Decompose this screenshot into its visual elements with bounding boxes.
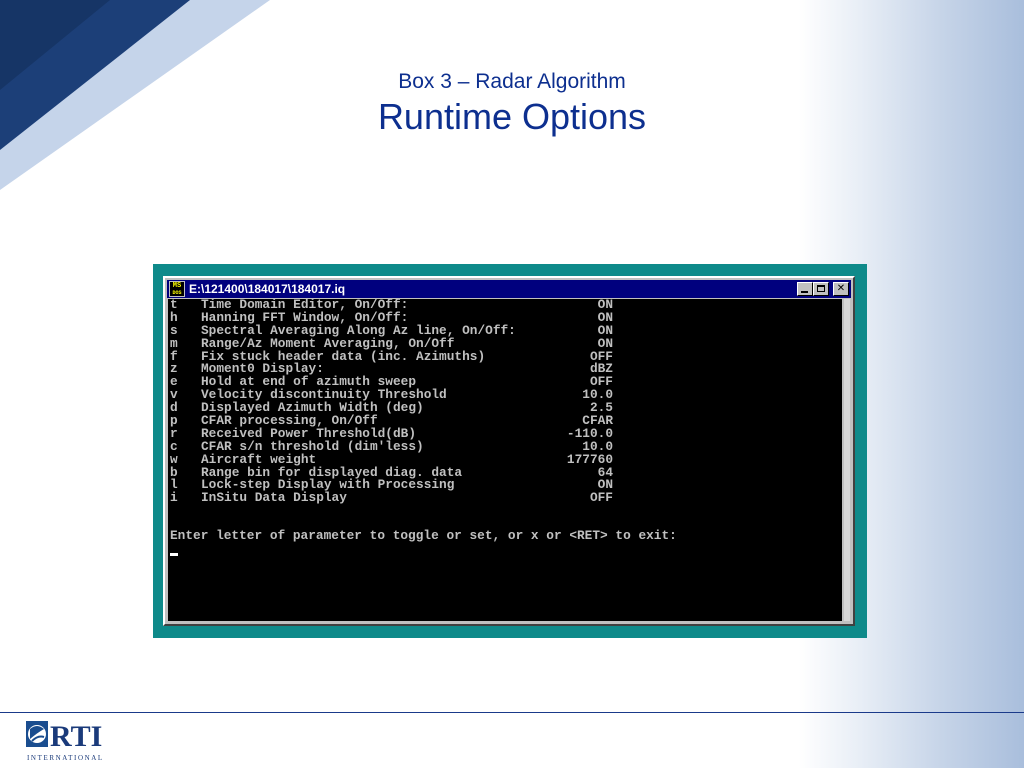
- console-window: MS DOS E:\121400\184017\184017.iq ✕ t Tim…: [163, 276, 855, 626]
- scrollbar[interactable]: [844, 299, 850, 621]
- console-output[interactable]: t Time Domain Editor, On/Off: ON h Hanning F…: [168, 299, 842, 621]
- slide-title: Box 3 – Radar Algorithm Runtime Options: [0, 68, 1024, 138]
- title-bar[interactable]: MS DOS E:\121400\184017\184017.iq ✕: [167, 280, 851, 298]
- console-prompt: Enter letter of parameter to toggle or s…: [170, 528, 677, 543]
- minimize-button[interactable]: [797, 282, 813, 296]
- svg-text:INTERNATIONAL: INTERNATIONAL: [27, 754, 104, 762]
- option-value: OFF: [589, 490, 613, 506]
- minimize-icon: [801, 291, 808, 293]
- text-cursor: [170, 553, 178, 556]
- slide: Box 3 – Radar Algorithm Runtime Options …: [0, 0, 1024, 768]
- svg-text:RTI: RTI: [50, 720, 102, 753]
- option-label: InSitu Data Display: [201, 490, 347, 506]
- slide-subtitle: Box 3 – Radar Algorithm: [398, 70, 626, 93]
- window-title: E:\121400\184017\184017.iq: [189, 282, 346, 296]
- option-value: ON: [597, 322, 613, 338]
- icon-text-top: MS: [172, 282, 182, 290]
- msdos-icon[interactable]: MS DOS: [169, 281, 185, 297]
- slide-heading: Runtime Options: [377, 96, 647, 137]
- footer-divider: [0, 712, 1024, 713]
- option-value: 64: [597, 464, 613, 480]
- maximize-icon: [817, 285, 825, 292]
- console-screenshot: MS DOS E:\121400\184017\184017.iq ✕ t Tim…: [153, 264, 867, 638]
- option-value: ON: [597, 299, 613, 312]
- option-key: i: [170, 490, 178, 506]
- maximize-button[interactable]: [813, 282, 829, 296]
- icon-text-bottom: DOS: [172, 290, 182, 296]
- close-button[interactable]: ✕: [833, 282, 849, 296]
- close-icon: ✕: [836, 283, 846, 294]
- rti-logo: RTI INTERNATIONAL: [26, 720, 104, 762]
- option-value: 177760: [566, 451, 613, 467]
